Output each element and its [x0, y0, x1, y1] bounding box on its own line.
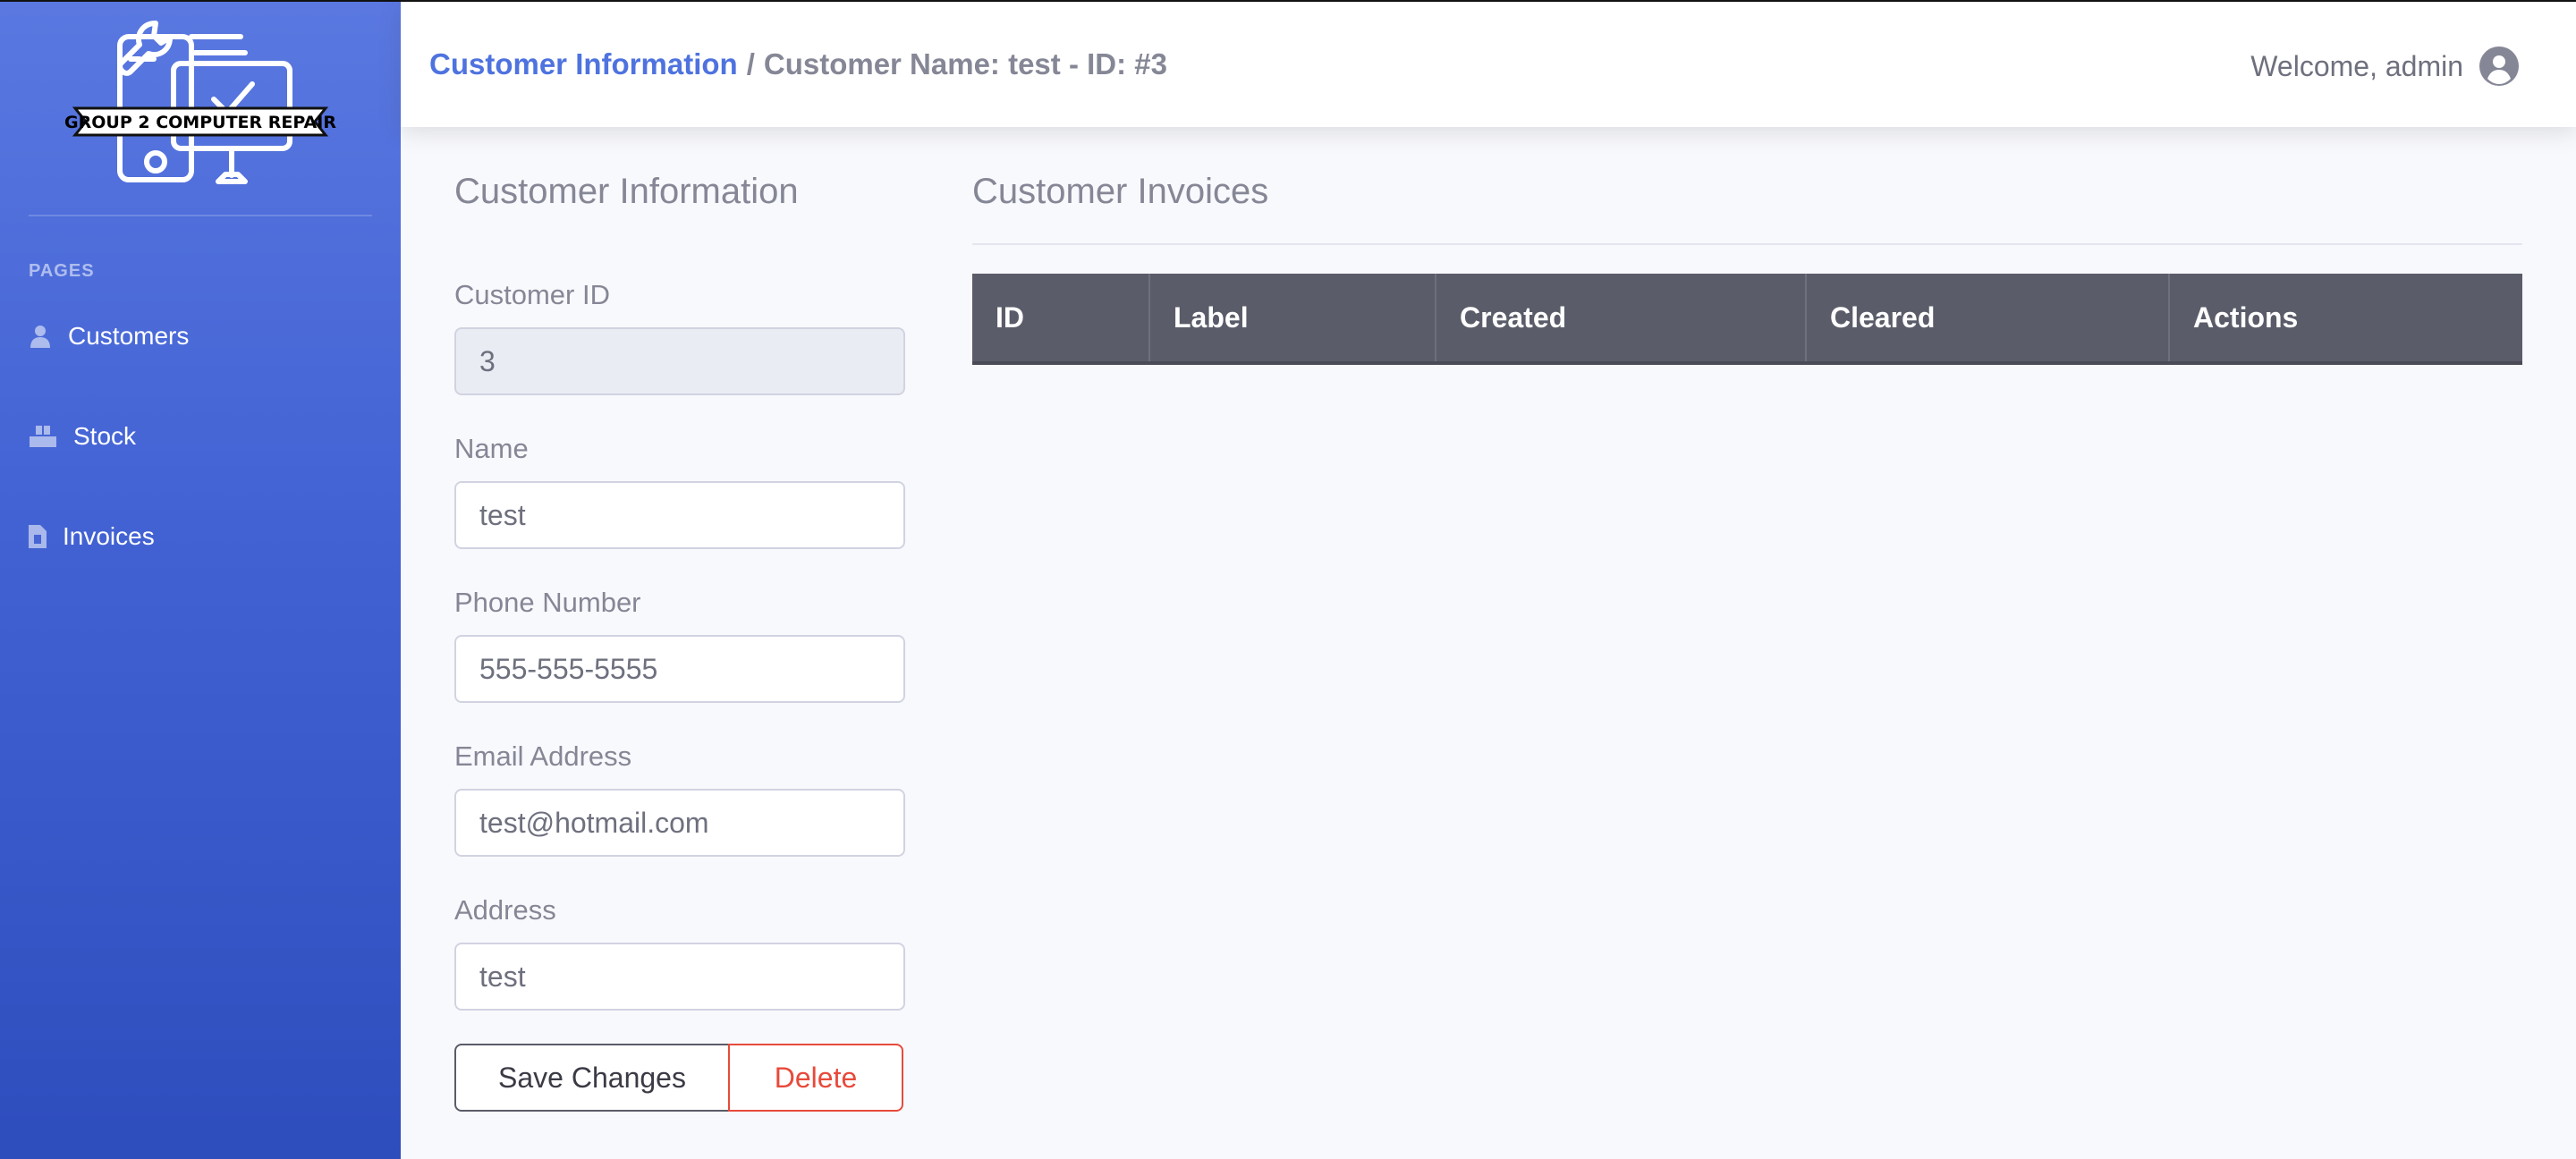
customer-invoices-panel: Customer Invoices ID Label Created Clear…: [972, 172, 2522, 365]
sidebar-heading: PAGES: [29, 261, 95, 281]
section-divider: [972, 243, 2522, 245]
customer-id-label: Customer ID: [454, 279, 610, 310]
breadcrumb-link[interactable]: Customer Information: [429, 47, 738, 81]
breadcrumb-separator: /: [746, 47, 755, 80]
name-label: Name: [454, 433, 529, 464]
computer-repair-logo-icon: GROUP 2 COMPUTER REPAIR: [64, 21, 336, 184]
breadcrumb-current: Customer Name: test - ID: #3: [763, 47, 1167, 80]
column-header-cleared[interactable]: Cleared: [1806, 274, 2170, 365]
sidebar: GROUP 2 COMPUTER REPAIR PAGES Customers …: [0, 2, 401, 1159]
column-header-created[interactable]: Created: [1436, 274, 1807, 365]
customer-info-panel: Customer Information Customer ID Name Ph…: [454, 172, 905, 1112]
sidebar-item-label: Invoices: [63, 522, 155, 550]
user-icon: [29, 325, 52, 348]
table-header-row: ID Label Created Cleared Actions: [972, 274, 2522, 365]
brand-logo[interactable]: GROUP 2 COMPUTER REPAIR: [0, 2, 401, 215]
user-circle-icon: [2479, 47, 2519, 86]
phone-field[interactable]: [454, 635, 905, 703]
sidebar-item-label: Customers: [68, 322, 190, 350]
user-menu[interactable]: Welcome, admin: [2250, 47, 2519, 86]
breadcrumb: Customer Information / Customer Name: te…: [429, 47, 1167, 81]
address-group: Address: [454, 894, 905, 1011]
brand-logo-text: GROUP 2 COMPUTER REPAIR: [64, 113, 336, 132]
email-field[interactable]: [454, 789, 905, 857]
delete-button[interactable]: Delete: [728, 1044, 903, 1112]
customer-id-field: [454, 327, 905, 395]
phone-group: Phone Number: [454, 587, 905, 703]
customer-info-title: Customer Information: [454, 172, 799, 211]
welcome-text: Welcome, admin: [2250, 49, 2463, 82]
phone-label: Phone Number: [454, 587, 641, 618]
address-field[interactable]: [454, 943, 905, 1011]
save-button[interactable]: Save Changes: [454, 1044, 730, 1112]
customer-id-group: Customer ID: [454, 279, 905, 395]
name-field[interactable]: [454, 481, 905, 549]
sidebar-item-customers[interactable]: Customers: [29, 322, 189, 351]
sidebar-item-invoices[interactable]: Invoices: [29, 522, 155, 551]
name-group: Name: [454, 433, 905, 549]
column-header-id[interactable]: ID: [972, 274, 1150, 365]
address-label: Address: [454, 894, 556, 926]
email-label: Email Address: [454, 740, 632, 772]
invoices-table: ID Label Created Cleared Actions: [972, 274, 2522, 365]
email-group: Email Address: [454, 740, 905, 857]
sidebar-item-stock[interactable]: Stock: [29, 422, 136, 451]
customer-invoices-title: Customer Invoices: [972, 172, 1269, 211]
boxes-icon: [29, 425, 57, 448]
form-actions: Save Changes Delete: [454, 1044, 903, 1112]
sidebar-item-label: Stock: [73, 422, 137, 450]
sidebar-divider: [29, 215, 372, 216]
column-header-label[interactable]: Label: [1149, 274, 1436, 365]
invoice-icon: [29, 525, 47, 548]
column-header-actions[interactable]: Actions: [2169, 274, 2522, 365]
topbar: Customer Information / Customer Name: te…: [401, 2, 2576, 127]
